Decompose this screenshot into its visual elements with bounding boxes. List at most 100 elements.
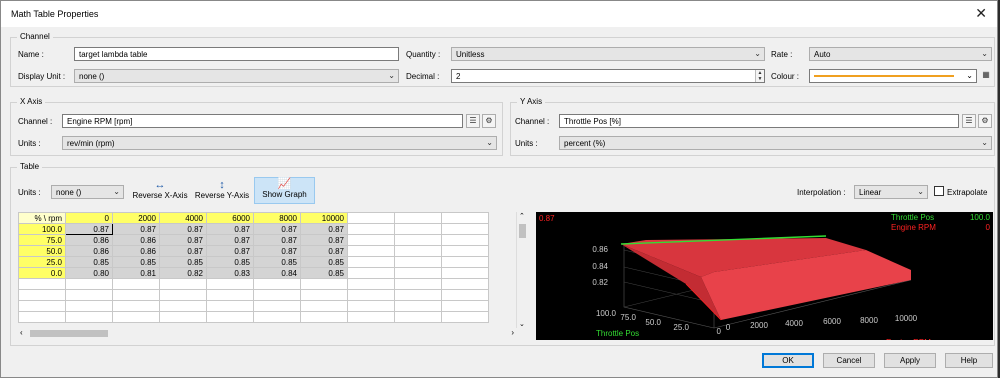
x-axis-header-cell[interactable]: 0 (65, 212, 113, 224)
empty-cell[interactable] (206, 278, 254, 290)
y-axis-header-cell[interactable]: 50.0 (18, 245, 66, 257)
empty-cell[interactable] (394, 212, 442, 224)
table-cell[interactable]: 0.85 (300, 256, 348, 268)
table-cell[interactable]: 0.82 (159, 267, 207, 279)
empty-cell[interactable] (441, 278, 489, 290)
empty-cell[interactable] (65, 289, 113, 301)
empty-cell[interactable] (159, 289, 207, 301)
empty-cell[interactable] (18, 311, 66, 323)
empty-cell[interactable] (441, 245, 489, 257)
empty-cell[interactable] (300, 289, 348, 301)
display-unit-select[interactable]: none () ⌄ (74, 69, 399, 83)
channel-picker-icon[interactable]: ⚙ (482, 114, 496, 128)
empty-cell[interactable] (347, 234, 395, 246)
empty-cell[interactable] (441, 212, 489, 224)
empty-cell[interactable] (441, 311, 489, 323)
table-vertical-scrollbar[interactable]: ⌃ ⌄ (516, 212, 527, 328)
empty-cell[interactable] (300, 278, 348, 290)
empty-cell[interactable] (394, 245, 442, 257)
table-cell[interactable]: 0.86 (65, 234, 113, 246)
empty-cell[interactable] (18, 300, 66, 312)
interpolation-select[interactable]: Linear ⌄ (854, 185, 928, 199)
empty-cell[interactable] (253, 311, 301, 323)
x-axis-header-cell[interactable]: 10000 (300, 212, 348, 224)
table-cell[interactable]: 0.85 (253, 256, 301, 268)
empty-cell[interactable] (394, 234, 442, 246)
empty-cell[interactable] (394, 256, 442, 268)
empty-cell[interactable] (159, 278, 207, 290)
empty-cell[interactable] (347, 300, 395, 312)
table-horizontal-scrollbar[interactable]: ‹ › (18, 328, 516, 339)
colour-picker[interactable]: ⌄ (809, 69, 977, 83)
empty-cell[interactable] (253, 289, 301, 301)
scroll-up-icon[interactable]: ⌃ (519, 212, 525, 220)
table-cell[interactable]: 0.85 (112, 256, 160, 268)
empty-cell[interactable] (65, 300, 113, 312)
scroll-thumb[interactable] (30, 330, 108, 337)
y-units-select[interactable]: percent (%) ⌄ (559, 136, 992, 150)
empty-cell[interactable] (112, 278, 160, 290)
x-units-select[interactable]: rev/min (rpm) ⌄ (62, 136, 497, 150)
x-axis-header-cell[interactable]: 4000 (159, 212, 207, 224)
empty-cell[interactable] (253, 278, 301, 290)
empty-cell[interactable] (159, 300, 207, 312)
empty-cell[interactable] (206, 289, 254, 301)
empty-cell[interactable] (347, 223, 395, 235)
rate-select[interactable]: Auto ⌄ (809, 47, 992, 61)
empty-cell[interactable] (347, 267, 395, 279)
x-axis-header-cell[interactable]: 2000 (112, 212, 160, 224)
empty-cell[interactable] (441, 289, 489, 301)
table-cell[interactable]: 0.87 (112, 223, 160, 235)
empty-cell[interactable] (394, 289, 442, 301)
cancel-button[interactable]: Cancel (823, 353, 875, 368)
close-icon[interactable]: ✕ (975, 5, 987, 21)
empty-cell[interactable] (347, 212, 395, 224)
empty-cell[interactable] (441, 234, 489, 246)
table-cell[interactable]: 0.85 (206, 256, 254, 268)
table-cell[interactable]: 0.85 (159, 256, 207, 268)
table-units-select[interactable]: none () ⌄ (51, 185, 124, 199)
empty-cell[interactable] (18, 289, 66, 301)
y-channel-input[interactable]: Throttle Pos [%] (559, 114, 959, 128)
empty-cell[interactable] (206, 311, 254, 323)
table-cell[interactable]: 0.86 (112, 245, 160, 257)
table-cell[interactable]: 0.87 (206, 223, 254, 235)
empty-cell[interactable] (300, 300, 348, 312)
scroll-thumb[interactable] (519, 224, 526, 238)
empty-cell[interactable] (112, 300, 160, 312)
empty-cell[interactable] (441, 223, 489, 235)
empty-cell[interactable] (112, 311, 160, 323)
empty-cell[interactable] (394, 223, 442, 235)
empty-cell[interactable] (394, 278, 442, 290)
table-cell[interactable]: 0.86 (65, 245, 113, 257)
x-axis-header-cell[interactable]: 8000 (253, 212, 301, 224)
scroll-down-icon[interactable]: ⌄ (519, 320, 525, 328)
y-axis-header-cell[interactable]: 100.0 (18, 223, 66, 235)
empty-cell[interactable] (347, 289, 395, 301)
name-input[interactable]: target lambda table (74, 47, 399, 61)
reverse-x-axis-button[interactable]: ↔ Reverse X-Axis (129, 179, 191, 203)
ok-button[interactable]: OK (762, 353, 814, 368)
y-axis-header-cell[interactable]: 25.0 (18, 256, 66, 268)
table-cell[interactable]: 0.87 (159, 223, 207, 235)
empty-cell[interactable] (394, 267, 442, 279)
empty-cell[interactable] (65, 278, 113, 290)
table-cell[interactable]: 0.87 (159, 234, 207, 246)
table-cell[interactable]: 0.87 (300, 223, 348, 235)
x-channel-input[interactable]: Engine RPM [rpm] (62, 114, 463, 128)
table-cell[interactable]: 0.85 (65, 256, 113, 268)
empty-cell[interactable] (159, 311, 207, 323)
y-axis-header-cell[interactable]: 75.0 (18, 234, 66, 246)
scroll-left-icon[interactable]: ‹ (20, 328, 23, 337)
scroll-right-icon[interactable]: › (511, 328, 514, 337)
surface-graph[interactable]: 0.87 Throttle Pos 100.0 Engine RPM 0 0.86 0.84… (536, 212, 993, 340)
empty-cell[interactable] (394, 311, 442, 323)
table-cell[interactable]: 0.87 (65, 223, 113, 235)
y-axis-header-cell[interactable]: 0.0 (18, 267, 66, 279)
empty-cell[interactable] (253, 300, 301, 312)
decimal-stepper[interactable]: 2 ▲ ▼ (451, 69, 765, 83)
table-cell[interactable]: 0.87 (300, 245, 348, 257)
channel-picker-icon[interactable]: ⚙ (978, 114, 992, 128)
help-button[interactable]: Help (945, 353, 993, 368)
empty-cell[interactable] (300, 311, 348, 323)
